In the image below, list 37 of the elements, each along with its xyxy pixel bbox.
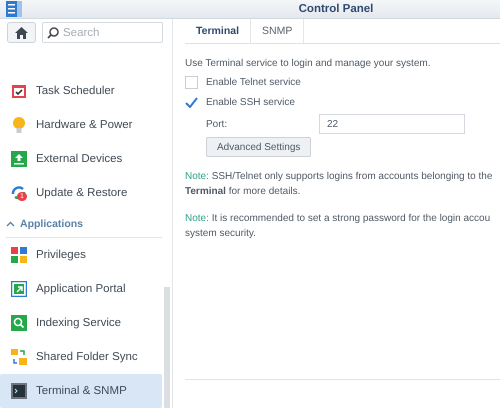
checkbox-label: Enable SSH service [206, 97, 295, 108]
search-icon [47, 26, 59, 38]
magnifier-icon [11, 315, 27, 332]
window-title: Control Panel [298, 3, 374, 15]
sidebar-item[interactable]: Terminal & SNMP [0, 374, 162, 408]
port-field[interactable]: 22 [319, 114, 465, 134]
scrollbar[interactable] [164, 287, 170, 408]
home-icon [15, 26, 28, 38]
sidebar-item[interactable]: External Devices [0, 142, 162, 176]
port-label: Port: [206, 118, 228, 130]
sidebar-item[interactable]: Privileges [0, 238, 162, 272]
description-text: Use Terminal service to login and manage your system. [185, 58, 432, 69]
sidebar-item[interactable]: Shared Folder Sync [0, 340, 162, 374]
section-header[interactable]: Applications [6, 210, 162, 238]
sidebar-item[interactable]: Hardware & Power [0, 108, 162, 142]
tab[interactable]: SNMP [250, 19, 304, 43]
app-logo-icon [6, 1, 22, 17]
sidebar-item[interactable]: Task Scheduler [0, 74, 162, 108]
folders-icon [11, 349, 27, 366]
sidebar-item[interactable]: Indexing Service [0, 306, 162, 340]
chevron-icon [6, 220, 15, 226]
upload-icon [11, 150, 27, 167]
refresh-icon [10, 184, 28, 201]
checkbox-label: Enable Telnet service [206, 77, 301, 88]
portal-icon [11, 281, 27, 298]
note-text: Note: It is recommended to set a strong password for the login accou system security. [185, 212, 492, 240]
light-bulb-icon [11, 116, 27, 134]
calendar-icon [11, 82, 27, 99]
sidebar-item[interactable]: Application Portal [0, 272, 162, 306]
tab[interactable]: Terminal [185, 19, 251, 43]
home-button[interactable] [7, 22, 36, 43]
search-field[interactable]: Search [42, 22, 163, 43]
checkbox[interactable] [185, 96, 198, 109]
terminal-icon [11, 383, 27, 400]
advanced-settings-button[interactable]: Advanced Settings [206, 137, 312, 157]
note-text: Note: SSH/Telnet only supports logins from accounts belonging to the Terminal for more details. [185, 170, 494, 198]
tiles-icon [11, 247, 27, 264]
